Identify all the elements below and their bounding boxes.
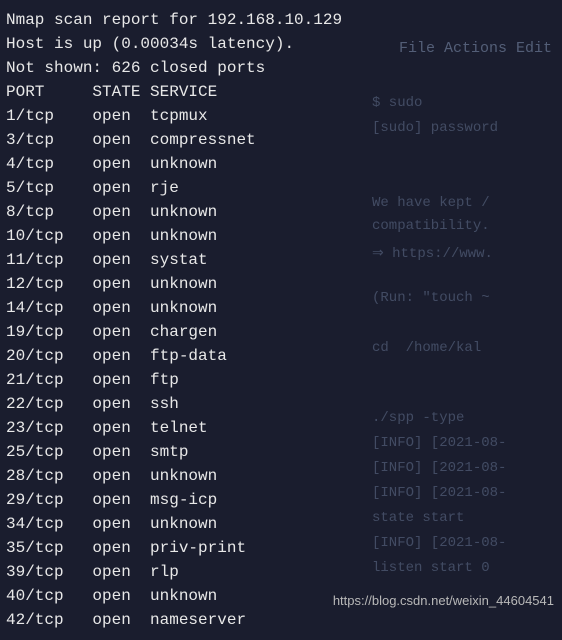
host-status-line: Host is up (0.00034s latency). bbox=[6, 32, 556, 56]
watermark-text: https://blog.csdn.net/weixin_44604541 bbox=[333, 593, 554, 608]
port-row: 20/tcp open ftp-data bbox=[6, 344, 556, 368]
port-row: 23/tcp open telnet bbox=[6, 416, 556, 440]
not-shown-line: Not shown: 626 closed ports bbox=[6, 56, 556, 80]
scan-report-line: Nmap scan report for 192.168.10.129 bbox=[6, 8, 556, 32]
port-row: 22/tcp open ssh bbox=[6, 392, 556, 416]
port-row: 39/tcp open rlp bbox=[6, 560, 556, 584]
port-row: 25/tcp open smtp bbox=[6, 440, 556, 464]
port-row: 4/tcp open unknown bbox=[6, 152, 556, 176]
port-row: 14/tcp open unknown bbox=[6, 296, 556, 320]
port-row: 28/tcp open unknown bbox=[6, 464, 556, 488]
port-row: 5/tcp open rje bbox=[6, 176, 556, 200]
port-row: 42/tcp open nameserver bbox=[6, 608, 556, 632]
port-row: 11/tcp open systat bbox=[6, 248, 556, 272]
port-row: 12/tcp open unknown bbox=[6, 272, 556, 296]
terminal-output: Nmap scan report for 192.168.10.129 Host… bbox=[0, 0, 562, 640]
port-row: 35/tcp open priv-print bbox=[6, 536, 556, 560]
port-row: 21/tcp open ftp bbox=[6, 368, 556, 392]
port-row: 19/tcp open chargen bbox=[6, 320, 556, 344]
port-row: 3/tcp open compressnet bbox=[6, 128, 556, 152]
port-row: 8/tcp open unknown bbox=[6, 200, 556, 224]
port-row: 29/tcp open msg-icp bbox=[6, 488, 556, 512]
port-row: 10/tcp open unknown bbox=[6, 224, 556, 248]
port-row: 1/tcp open tcpmux bbox=[6, 104, 556, 128]
port-row: 34/tcp open unknown bbox=[6, 512, 556, 536]
port-table-header: PORT STATE SERVICE bbox=[6, 80, 556, 104]
